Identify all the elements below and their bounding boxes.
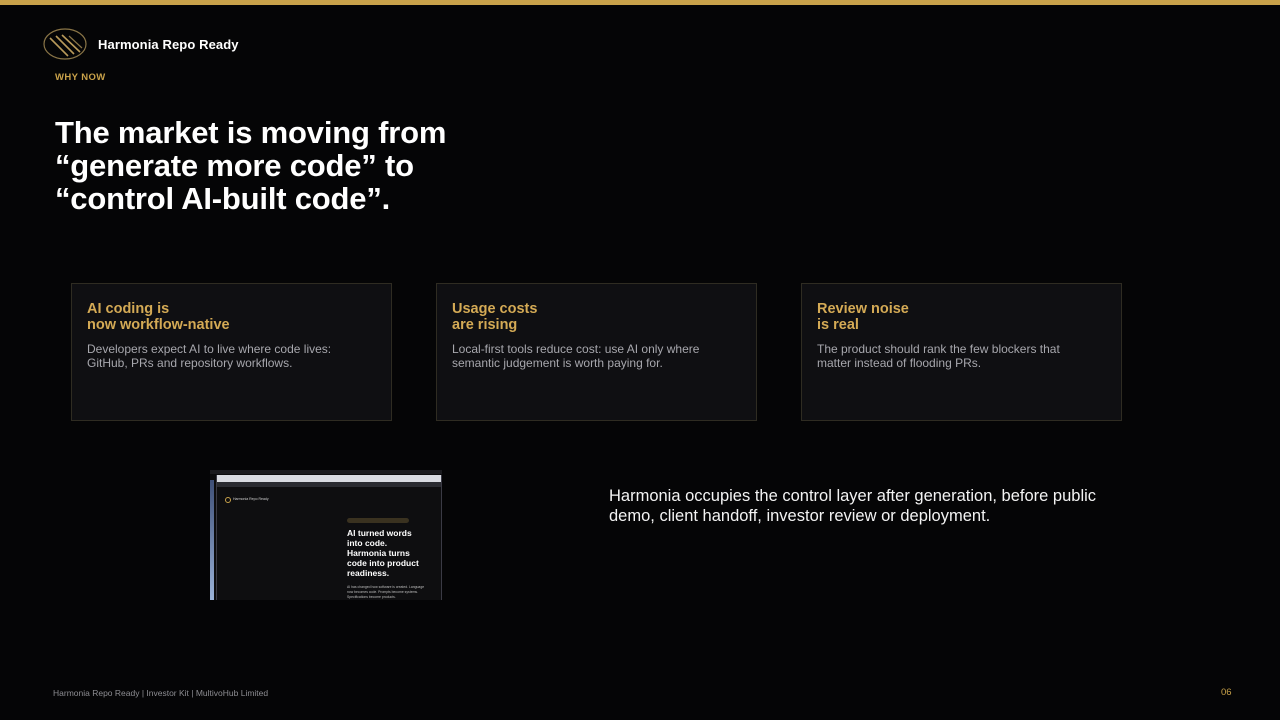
screenshot-logo-icon	[225, 497, 231, 503]
card-title-line: Review noise	[817, 301, 909, 317]
card-body: Local-first tools reduce cost: use AI on…	[452, 342, 741, 370]
card-body-line: matter instead of flooding PRs.	[817, 356, 982, 370]
screenshot-badge	[347, 518, 409, 523]
screenshot-tab-bar	[217, 475, 441, 482]
screenshot-hero-line: Harmonia turns	[347, 548, 410, 558]
screenshot-site-name: Harmonia Repo Ready	[233, 497, 269, 501]
card-body: Developers expect AI to live where code …	[87, 342, 376, 370]
card-body-line: Local-first tools reduce cost: use AI on…	[452, 342, 700, 356]
card-title-line: AI coding is	[87, 301, 170, 317]
harmonia-logo-icon	[43, 28, 87, 60]
card-title-line: Usage costs	[452, 301, 538, 317]
product-screenshot: Harmonia Repo Ready AI turned words into…	[210, 470, 442, 600]
screenshot-hero-heading: AI turned words into code. Harmonia turn…	[347, 528, 433, 578]
summary-line: demo, client handoff, investor review or…	[609, 507, 991, 525]
headline-line-2: “generate more code” to	[55, 148, 414, 183]
card-usage-costs: Usage costs are rising Local-first tools…	[436, 283, 757, 421]
screenshot-hero-line: readiness.	[347, 568, 390, 578]
card-title-line: now workflow-native	[87, 317, 230, 333]
card-body-line: Developers expect AI to live where code …	[87, 342, 332, 356]
brand: Harmonia Repo Ready	[42, 26, 239, 62]
card-body-line: GitHub, PRs and repository workflows.	[87, 356, 293, 370]
headline-line-3: “control AI-built code”.	[55, 181, 391, 216]
positioning-statement: Harmonia occupies the control layer afte…	[609, 486, 1169, 526]
screenshot-hero-line: code into product	[347, 558, 419, 568]
card-ai-coding: AI coding is now workflow-native Develop…	[71, 283, 392, 421]
card-body-line: semantic judgement is worth paying for.	[452, 356, 663, 370]
screenshot-hero-line: AI turned words	[347, 528, 412, 538]
headline-line-1: The market is moving from	[55, 115, 447, 150]
brand-name: Harmonia Repo Ready	[98, 36, 239, 52]
card-body-line: The product should rank the few blockers…	[817, 342, 1060, 356]
slide-headline: The market is moving from “generate more…	[55, 116, 575, 215]
footer-text: Harmonia Repo Ready | Investor Kit | Mul…	[53, 688, 269, 698]
summary-line: Harmonia occupies the control layer afte…	[609, 487, 1097, 505]
screenshot-menubar	[210, 470, 442, 474]
screenshot-hero-line: into code.	[347, 538, 388, 548]
screenshot-wallpaper-edge	[210, 480, 214, 600]
page-number: 06	[1221, 687, 1232, 698]
top-accent-bar	[0, 0, 1280, 5]
screenshot-paragraph: AI has changed how software is created. …	[347, 585, 425, 599]
card-title-line: are rising	[452, 317, 518, 333]
screenshot-url-bar	[217, 482, 441, 487]
card-review-noise: Review noise is real The product should …	[801, 283, 1122, 421]
card-title-line: is real	[817, 317, 859, 333]
card-title: AI coding is now workflow-native	[87, 301, 376, 333]
screenshot-browser-window: Harmonia Repo Ready AI turned words into…	[216, 475, 442, 600]
card-title: Review noise is real	[817, 301, 1106, 333]
card-title: Usage costs are rising	[452, 301, 741, 333]
section-eyebrow: WHY NOW	[55, 72, 106, 83]
card-body: The product should rank the few blockers…	[817, 342, 1106, 370]
